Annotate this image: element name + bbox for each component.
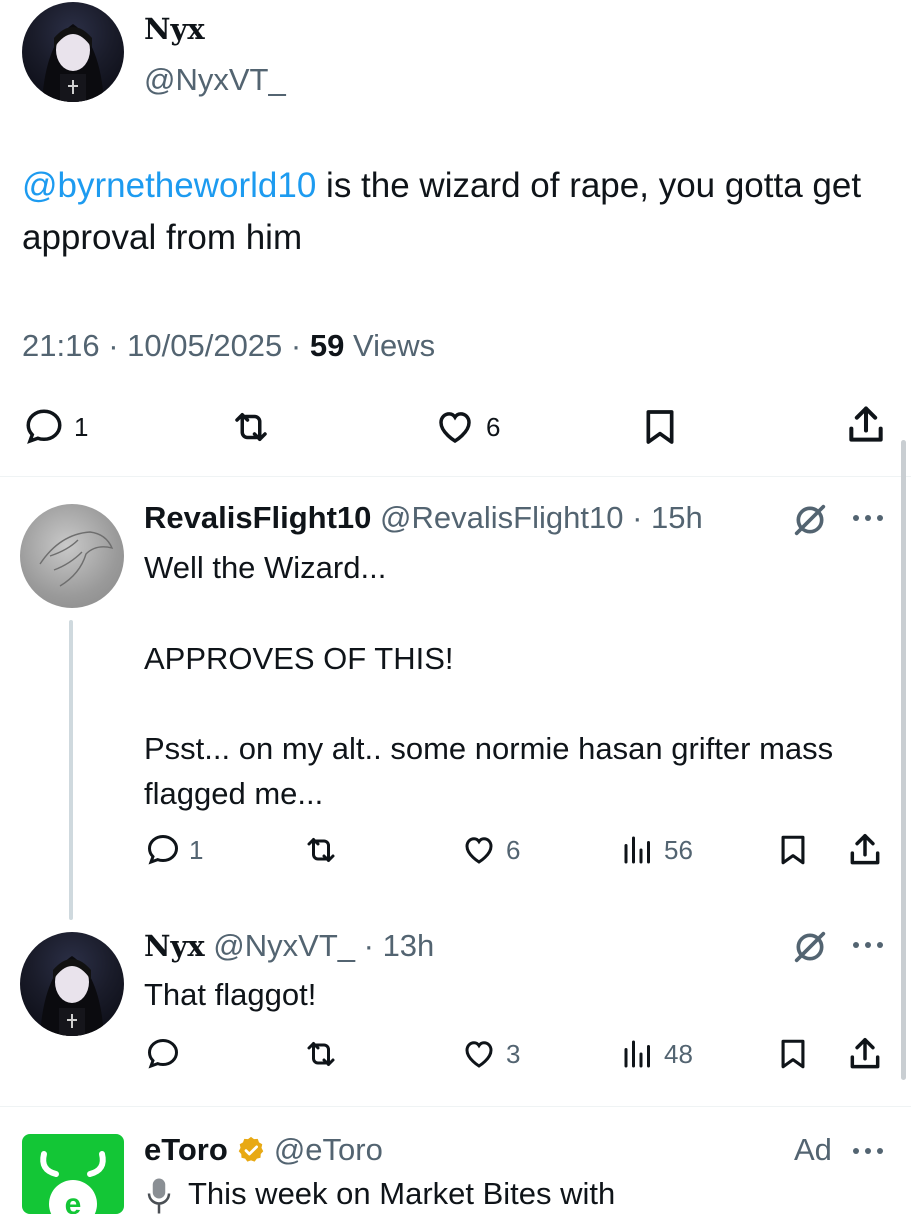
mention-link[interactable]: @byrnetheworld10 — [22, 166, 316, 205]
reply-time[interactable]: 13h — [383, 928, 435, 963]
more-icon — [853, 515, 883, 521]
share-button[interactable] — [846, 1034, 884, 1074]
grok-icon — [794, 931, 826, 963]
retweet-button[interactable] — [226, 406, 276, 448]
retweet-icon — [307, 1042, 335, 1066]
verified-badge-icon — [238, 1136, 264, 1162]
reply-line: That flaggot! — [144, 977, 317, 1012]
reply-icon — [26, 409, 62, 444]
bookmark-button[interactable] — [776, 1034, 810, 1074]
ad-label[interactable]: Ad — [794, 1132, 832, 1168]
meta-separator: · — [108, 328, 128, 363]
grok-button[interactable] — [790, 927, 830, 967]
share-icon — [849, 406, 883, 442]
retweet-icon — [235, 413, 267, 441]
more-menu-button[interactable] — [850, 503, 886, 533]
tweet-date[interactable]: 10/05/2025 — [127, 328, 282, 363]
like-button[interactable]: 6 — [432, 406, 500, 448]
grok-icon — [794, 504, 826, 536]
reply-icon — [147, 834, 179, 865]
bookmark-icon — [781, 1039, 805, 1069]
author-name[interactable]: eToro — [144, 1132, 228, 1168]
more-menu-button[interactable] — [850, 930, 886, 960]
share-icon — [850, 1038, 880, 1069]
svg-text:e: e — [65, 1188, 82, 1214]
analytics-icon — [624, 836, 650, 864]
divider — [0, 476, 911, 477]
meta-separator: · — [623, 500, 652, 535]
ad-body: This week on Market Bites with — [188, 1176, 616, 1211]
avatar[interactable] — [20, 504, 124, 608]
bookmark-icon — [646, 410, 674, 444]
reply-line: Psst... on my alt.. some normie hasan gr… — [144, 731, 834, 811]
author-handle[interactable]: @eToro — [274, 1132, 383, 1168]
thread-line — [69, 620, 73, 920]
reply-count: 1 — [189, 834, 204, 865]
reply-count: 1 — [74, 411, 89, 442]
more-icon — [853, 1148, 883, 1154]
heart-icon — [465, 837, 493, 864]
views-button[interactable]: 48 — [620, 1036, 693, 1072]
author-handle[interactable]: @NyxVT_ — [213, 928, 355, 963]
meta-separator: · — [290, 328, 310, 363]
divider — [0, 1106, 911, 1107]
microphone-icon — [147, 1178, 171, 1214]
grok-button[interactable] — [790, 500, 830, 540]
views-count: 56 — [664, 834, 693, 865]
more-menu-button[interactable] — [850, 1136, 886, 1166]
author-name[interactable]: RevalisFlight10 — [144, 500, 371, 535]
ad-header: eToro @eToro — [144, 1132, 383, 1168]
like-count: 6 — [486, 411, 501, 442]
reply-button[interactable]: 1 — [145, 832, 203, 868]
heart-icon — [439, 412, 471, 444]
reply-line: APPROVES OF THIS! — [144, 641, 454, 676]
avatar[interactable] — [20, 932, 124, 1036]
reply-button[interactable] — [145, 1036, 181, 1072]
like-button[interactable]: 6 — [460, 832, 520, 868]
reply-time[interactable]: 15h — [651, 500, 703, 535]
reply-icon — [147, 1038, 179, 1069]
author-name[interactable]: Nyx — [144, 929, 205, 963]
retweet-button[interactable] — [300, 1036, 342, 1072]
share-button[interactable] — [846, 830, 884, 870]
like-count: 3 — [506, 1038, 521, 1069]
views-button[interactable]: 56 — [620, 832, 693, 868]
bookmark-icon — [781, 835, 805, 865]
author-handle[interactable]: @NyxVT_ — [144, 62, 286, 98]
author-name[interactable]: Nyx — [144, 12, 205, 46]
views-count: 59 — [309, 328, 345, 363]
reply-header: Nyx @NyxVT_ · 13h — [144, 928, 434, 964]
etoro-logo[interactable]: e — [22, 1134, 124, 1214]
more-icon — [853, 942, 883, 948]
tweet-meta: 21:16 · 10/05/2025 · 59 Views — [22, 328, 435, 364]
views-label: Views — [352, 328, 436, 363]
ad-text: This week on Market Bites with — [144, 1176, 615, 1216]
author-handle[interactable]: @RevalisFlight10 — [380, 500, 623, 535]
share-icon — [850, 834, 880, 865]
reply-line: Well the Wizard... — [144, 550, 387, 585]
retweet-icon — [307, 838, 335, 862]
meta-separator: · — [355, 928, 383, 963]
avatar[interactable] — [22, 2, 124, 102]
retweet-button[interactable] — [300, 832, 342, 868]
tweet-time[interactable]: 21:16 — [22, 328, 100, 363]
tweet-text: @byrnetheworld10 is the wizard of rape, … — [22, 160, 862, 264]
scrollbar[interactable] — [901, 440, 906, 1080]
like-button[interactable]: 3 — [460, 1036, 520, 1072]
bookmark-button[interactable] — [776, 830, 810, 870]
share-button[interactable] — [844, 402, 888, 448]
views-count: 48 — [664, 1038, 693, 1069]
analytics-icon — [624, 1040, 650, 1068]
bookmark-button[interactable] — [640, 404, 680, 450]
reply-button[interactable]: 1 — [22, 406, 88, 448]
heart-icon — [465, 1041, 493, 1068]
reply-header: RevalisFlight10 @RevalisFlight10 · 15h — [144, 500, 703, 536]
like-count: 6 — [506, 834, 521, 865]
